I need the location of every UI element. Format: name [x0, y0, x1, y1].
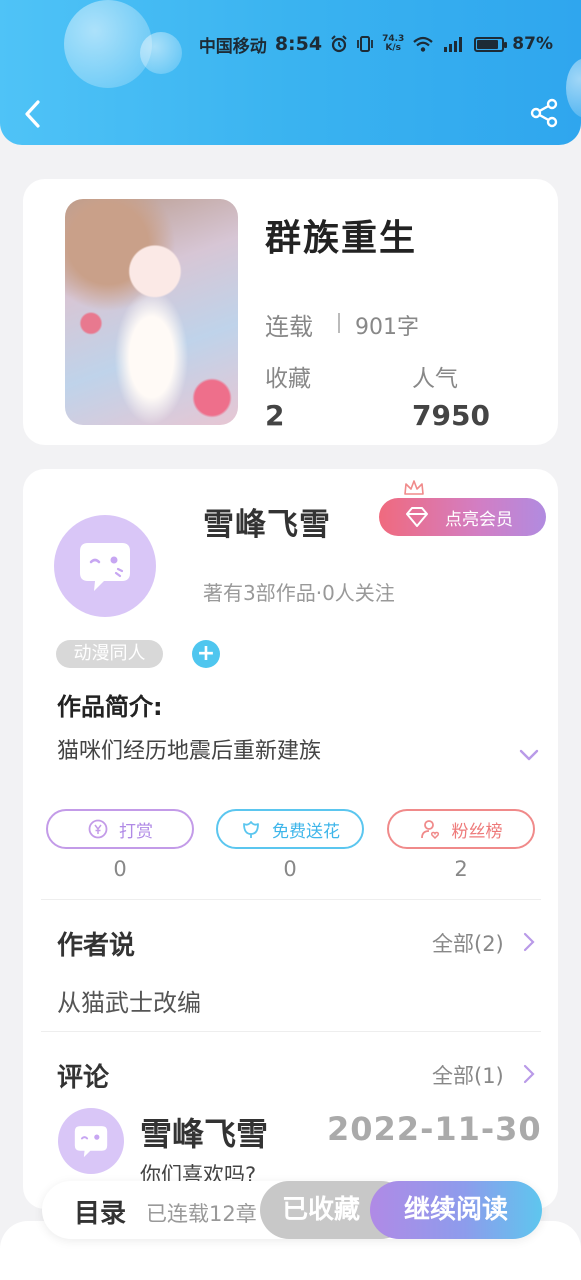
signal-icon [444, 37, 463, 52]
vip-button[interactable]: 点亮会员 [379, 498, 546, 536]
comment-date: 2022-11-30 [327, 1110, 542, 1148]
network-speed: 74.3 K/s [382, 35, 404, 53]
wifi-icon [413, 36, 434, 52]
intro-text: 猫咪们经历地震后重新建族 [57, 739, 322, 764]
popularity-label: 人气 [412, 366, 458, 392]
commenter-avatar[interactable] [58, 1108, 124, 1174]
share-button[interactable] [529, 98, 559, 128]
user-heart-icon [420, 820, 439, 840]
coin-icon [88, 819, 108, 839]
author-says-title: 作者说 [57, 931, 136, 961]
chat-bubble-avatar-icon [80, 543, 130, 591]
tip-label: 打赏 [119, 821, 153, 842]
status-bar: 中国移动 8:54 74.3 K/s 87% [199, 30, 553, 58]
chevron-down-icon[interactable] [517, 747, 541, 763]
chat-bubble-avatar-icon [74, 1126, 108, 1158]
author-says-text: 从猫武士改编 [57, 989, 201, 1017]
bottom-action-bar: 目录 已连载12章 已收藏 继续阅读 [42, 1181, 542, 1239]
vip-button-label: 点亮会员 [445, 509, 513, 530]
book-cover[interactable] [65, 199, 238, 425]
carrier-label: 中国移动 [198, 36, 267, 57]
category-tag[interactable]: 动漫同人 [56, 640, 163, 668]
tip-button[interactable]: 打赏 [46, 809, 194, 849]
favorites-value: 2 [265, 399, 285, 432]
author-card: 雪峰飞雪 点亮会员 著有3部作品·0人关注 动漫同人 + 作品简介: 猫咪们经历… [23, 469, 558, 1209]
author-avatar[interactable] [54, 515, 156, 617]
chevron-left-icon [25, 100, 40, 128]
author-name[interactable]: 雪峰飞雪 [203, 499, 331, 544]
popularity-value: 7950 [412, 399, 490, 432]
fan-ranking-button[interactable]: 粉丝榜 [387, 809, 535, 849]
divider [41, 899, 541, 900]
serial-status: 已连载12章 [146, 1202, 257, 1226]
battery-percent: 87% [512, 34, 553, 54]
battery-icon [474, 36, 508, 52]
comment-text: 你们喜欢吗? [140, 1163, 257, 1183]
intro-label: 作品简介: [57, 693, 163, 721]
divider [41, 1031, 541, 1032]
vibrate-icon [357, 36, 373, 52]
book-status: 连载 [265, 313, 313, 341]
clock: 8:54 [274, 33, 323, 55]
comments-title: 评论 [57, 1063, 110, 1093]
crown-icon [404, 480, 424, 495]
send-flower-label: 免费送花 [272, 821, 340, 842]
continue-reading-button[interactable]: 继续阅读 [370, 1181, 542, 1239]
flower-count: 0 [283, 857, 297, 881]
toc-button[interactable]: 目录 [74, 1193, 126, 1230]
chevron-right-icon[interactable] [523, 1064, 535, 1084]
decor-bubble [140, 32, 182, 74]
back-button[interactable] [18, 96, 50, 132]
author-says-all-link[interactable]: 全部(2) [432, 928, 504, 958]
favorites-label: 收藏 [265, 366, 311, 392]
author-meta: 著有3部作品·0人关注 [203, 581, 395, 605]
decor-bubble [64, 0, 152, 88]
decor-bubble [566, 58, 581, 118]
flower-icon [243, 821, 259, 838]
chevron-right-icon[interactable] [523, 932, 535, 952]
book-word-count: 901字 [355, 315, 419, 340]
divider [338, 313, 340, 333]
fan-count: 2 [454, 857, 468, 881]
book-info-card: 群族重生 连载 901字 收藏 2 人气 7950 [23, 179, 558, 445]
add-tag-button[interactable]: + [192, 640, 220, 668]
comments-all-link[interactable]: 全部(1) [432, 1060, 504, 1090]
diamond-icon [406, 507, 428, 527]
alarm-icon [331, 35, 347, 53]
tip-count: 0 [113, 857, 127, 881]
fan-ranking-label: 粉丝榜 [451, 821, 503, 842]
book-title: 群族重生 [265, 218, 418, 259]
commenter-name: 雪峰飞雪 [140, 1115, 269, 1153]
share-icon [530, 98, 558, 128]
speed-unit: K/s [385, 43, 401, 53]
header: 中国移动 8:54 74.3 K/s 87% [0, 0, 581, 145]
send-flower-button[interactable]: 免费送花 [216, 809, 364, 849]
